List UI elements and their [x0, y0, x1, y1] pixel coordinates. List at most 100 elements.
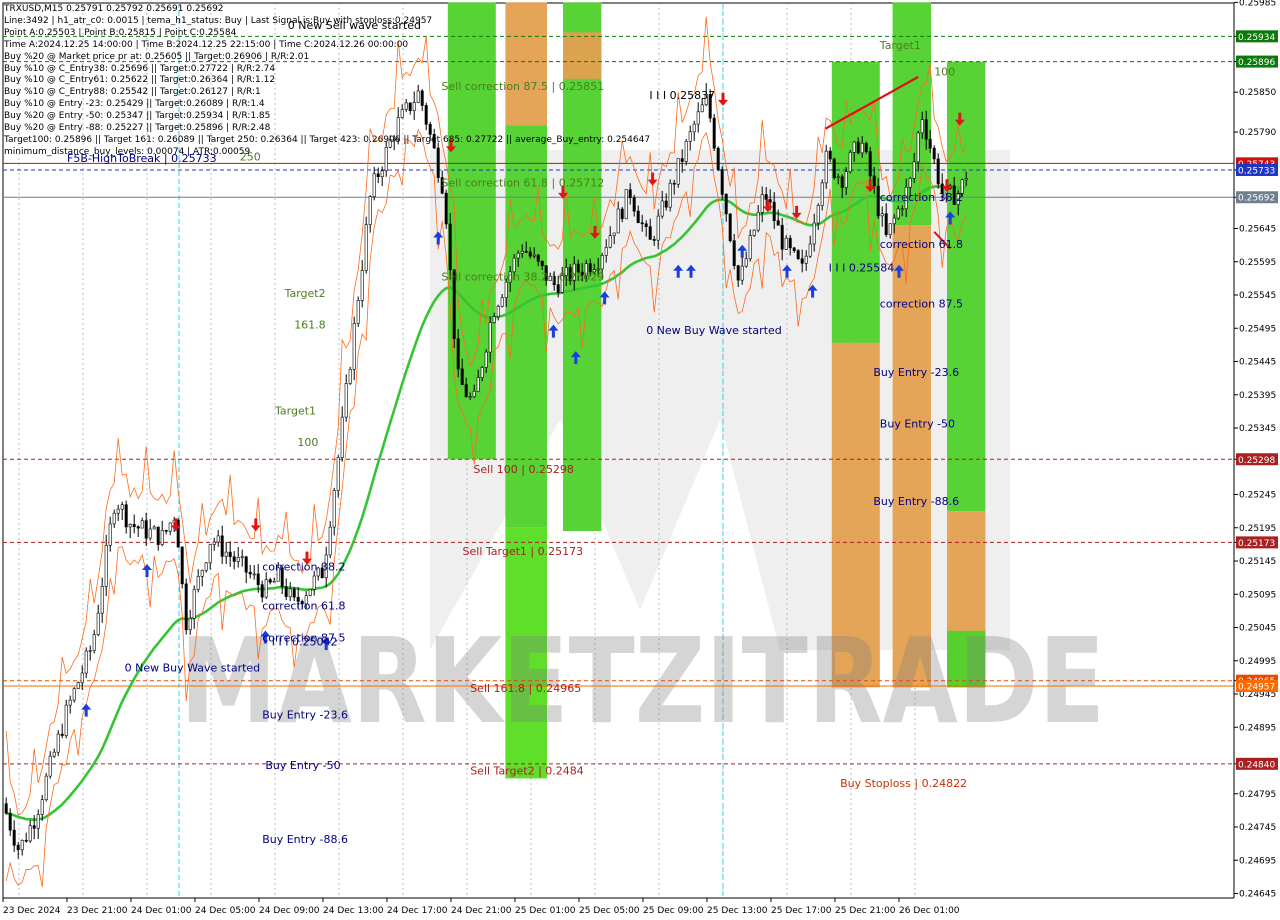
candle-body [860, 142, 864, 154]
candle-body [248, 571, 252, 575]
candle-body [760, 194, 764, 213]
candle-body [52, 751, 56, 757]
candle-body [788, 237, 792, 249]
candle-body [336, 457, 340, 491]
candle-body [688, 131, 692, 142]
candle-body [636, 210, 640, 224]
price-level-label: 0.24957 [1238, 683, 1275, 693]
candle-body [108, 523, 112, 546]
candle-body [72, 688, 76, 701]
candle-body [776, 220, 780, 226]
price-level-label: 0.25173 [1238, 539, 1275, 549]
candle-body [780, 224, 784, 250]
chart-annotation: Sell Target2 | 0.2484 [470, 764, 584, 777]
candle-body [240, 556, 244, 559]
candle-body [160, 530, 164, 545]
chart-annotation: Buy Entry -50 [265, 759, 340, 772]
info-line: Buy %20 @ Entry -88: 0.25227 || Target:0… [4, 123, 271, 134]
candle-body [556, 284, 560, 293]
candle-body [624, 189, 628, 220]
y-tick-label: 0.24745 [1239, 823, 1276, 833]
chart-annotation: Buy Entry -23.6 [873, 366, 959, 379]
candle-body [632, 197, 636, 212]
candle-body [812, 222, 816, 245]
candle-body [116, 508, 120, 514]
candle-body [100, 586, 104, 614]
candle-body [820, 182, 824, 206]
candle-body [268, 579, 272, 583]
candle-body [600, 255, 604, 270]
candle-body [824, 150, 828, 184]
candle-body [12, 829, 16, 846]
candle-body [80, 672, 84, 683]
candle-body [800, 258, 804, 264]
candle-body [524, 251, 528, 253]
candle-body [272, 580, 276, 583]
candle-body [168, 522, 172, 532]
candle-body [20, 839, 24, 851]
x-tick-label: 24 Dec 01:00 [131, 906, 192, 916]
candle-body [344, 383, 348, 418]
candle-body [872, 175, 876, 187]
candle-body [540, 260, 544, 266]
candle-body [132, 524, 136, 527]
x-tick-label: 24 Dec 13:00 [323, 906, 384, 916]
candle-body [932, 147, 936, 160]
price-level-label: 0.25733 [1238, 166, 1275, 176]
candle-body [236, 557, 240, 562]
candle-body [736, 265, 740, 281]
chart-annotation: Sell 161.8 | 0.24965 [470, 682, 581, 695]
candle-body [104, 545, 108, 587]
candle-body [868, 151, 872, 177]
candle-body [724, 194, 728, 215]
candle-body [244, 556, 248, 573]
candle-body [8, 812, 12, 831]
candle-body [228, 551, 232, 558]
candle-body [684, 140, 688, 162]
candle-body [348, 369, 352, 384]
candle-body [468, 396, 472, 398]
candle-body [836, 176, 840, 179]
chart-annotation: 100 [934, 66, 955, 79]
y-tick-label: 0.25645 [1239, 225, 1276, 235]
candle-body [716, 147, 720, 170]
candle-body [32, 825, 36, 829]
candle-body [676, 158, 680, 185]
y-tick-label: 0.24645 [1239, 890, 1276, 900]
candle-body [204, 562, 208, 571]
candle-body [112, 512, 116, 525]
candle-body [44, 775, 48, 801]
candle-body [460, 368, 464, 385]
candle-body [156, 526, 160, 545]
candle-body [756, 211, 760, 231]
chart-annotation: 0 New Buy Wave started [125, 661, 261, 674]
chart-annotation: correction 38.2 [880, 191, 963, 204]
info-line: Buy %10 @ C_Entry88: 0.25542 || Target:0… [4, 87, 261, 98]
candle-body [712, 117, 716, 149]
candle-body [536, 254, 540, 262]
signal-zone [947, 61, 986, 512]
candle-body [768, 199, 772, 203]
candle-body [284, 586, 288, 597]
candle-body [880, 213, 884, 217]
candle-body [376, 173, 380, 178]
x-tick-label: 23 Dec 21:00 [67, 906, 128, 916]
chart-annotation: Sell 100 | 0.25298 [473, 463, 574, 476]
chart-annotation: I I I 0.25584 [829, 262, 895, 275]
candle-body [732, 240, 736, 267]
candle-body [480, 367, 484, 378]
candle-body [848, 152, 852, 173]
y-tick-label: 0.25790 [1239, 128, 1276, 138]
y-tick-label: 0.25395 [1239, 391, 1276, 401]
x-tick-label: 24 Dec 05:00 [195, 906, 256, 916]
candle-body [264, 579, 268, 598]
candle-body [180, 546, 184, 585]
candle-body [472, 390, 476, 397]
candle-body [696, 111, 700, 125]
candle-body [908, 177, 912, 188]
candle-body [924, 119, 928, 140]
candle-body [312, 575, 316, 590]
candle-body [208, 544, 212, 564]
candle-body [176, 519, 180, 548]
info-line: Time A:2024.12.25 14:00:00 | Time B:2024… [4, 39, 409, 50]
